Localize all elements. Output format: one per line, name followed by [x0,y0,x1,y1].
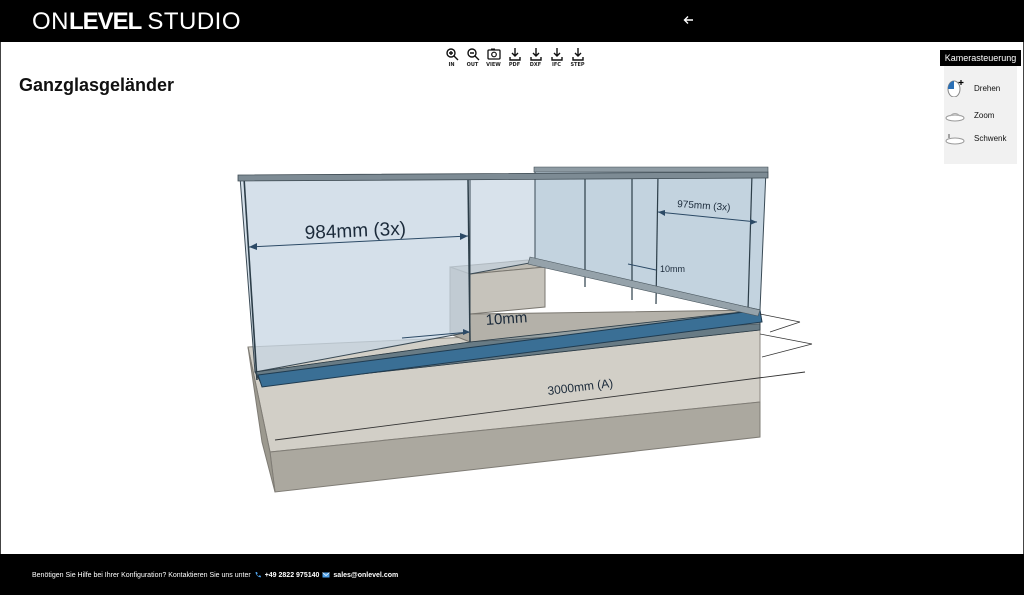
logo-level: LEVEL [69,8,142,35]
back-arrow-icon[interactable] [681,12,697,28]
dim-left-label: 984mm (3x) [304,219,406,244]
dxf-download-button[interactable]: DXF [527,47,544,69]
dxf-label: DXF [529,62,542,68]
zoom-label: Zoom [974,110,995,120]
download-icon [571,48,584,61]
zoom-in-icon [445,48,458,61]
camera-panel-title: Kamerasteuerung [940,50,1021,66]
mouse-wheel-icon [945,113,965,122]
zoom-out-label: OUT [466,62,479,68]
logo-studio: STUDIO [147,8,242,35]
download-icon [529,48,542,61]
camera-rotate[interactable]: Drehen [944,78,1000,98]
mouse-right-icon [945,134,965,145]
footer-contact: Benötigen Sie Hilfe bei Ihrer Konfigurat… [32,571,398,579]
3d-viewport[interactable]: 984mm (3x) 975mm (3x) 10mm 10mm 3000mm (… [0,42,1024,554]
mail-icon [322,572,331,578]
zoom-out-icon [466,48,479,61]
view-label: VIEW [486,62,501,68]
camera-icon [486,48,501,60]
page-title: Ganzglasgeländer [19,75,175,95]
zoom-out-button[interactable]: OUT [464,47,481,69]
zoom-in-button[interactable]: IN [443,47,460,69]
pdf-label: PDF [508,62,521,68]
toolbar: IN OUT VIEW PDF DXF IFC STEP [443,47,586,69]
glass-railing-model: 984mm (3x) 975mm (3x) 10mm 10mm 3000mm (… [237,166,813,493]
phone-icon [255,572,261,578]
download-icon [508,48,521,61]
footer-email[interactable]: sales@onlevel.com [333,572,398,579]
camera-control-panel: Kamerasteuerung Drehen Zoom Schwenk [940,50,1021,166]
step-label: STEP [570,62,585,68]
step-download-button[interactable]: STEP [569,47,586,69]
pan-label: Schwenk [974,133,1007,143]
footer-phone[interactable]: +49 2822 975140 [265,572,320,579]
gap-right-label: 10mm [660,264,685,274]
gap-front-label: 10mm [485,309,528,329]
camera-zoom[interactable]: Zoom [944,105,994,125]
view-button[interactable]: VIEW [485,47,502,69]
zoom-in-label: IN [448,62,455,68]
footer-help-text: Benötigen Sie Hilfe bei Ihrer Konfigurat… [32,571,251,579]
ifc-label: IFC [552,62,561,68]
pdf-download-button[interactable]: PDF [506,47,523,69]
camera-pan[interactable]: Schwenk [944,128,1006,148]
mouse-left-icon [947,80,964,97]
download-icon [550,48,563,61]
ifc-download-button[interactable]: IFC [548,47,565,69]
top-bar: ON LEVEL STUDIO [0,0,1024,42]
logo-on: ON [32,8,69,35]
onlevel-logo[interactable]: ON LEVEL STUDIO [32,8,242,35]
rotate-label: Drehen [974,83,1001,93]
